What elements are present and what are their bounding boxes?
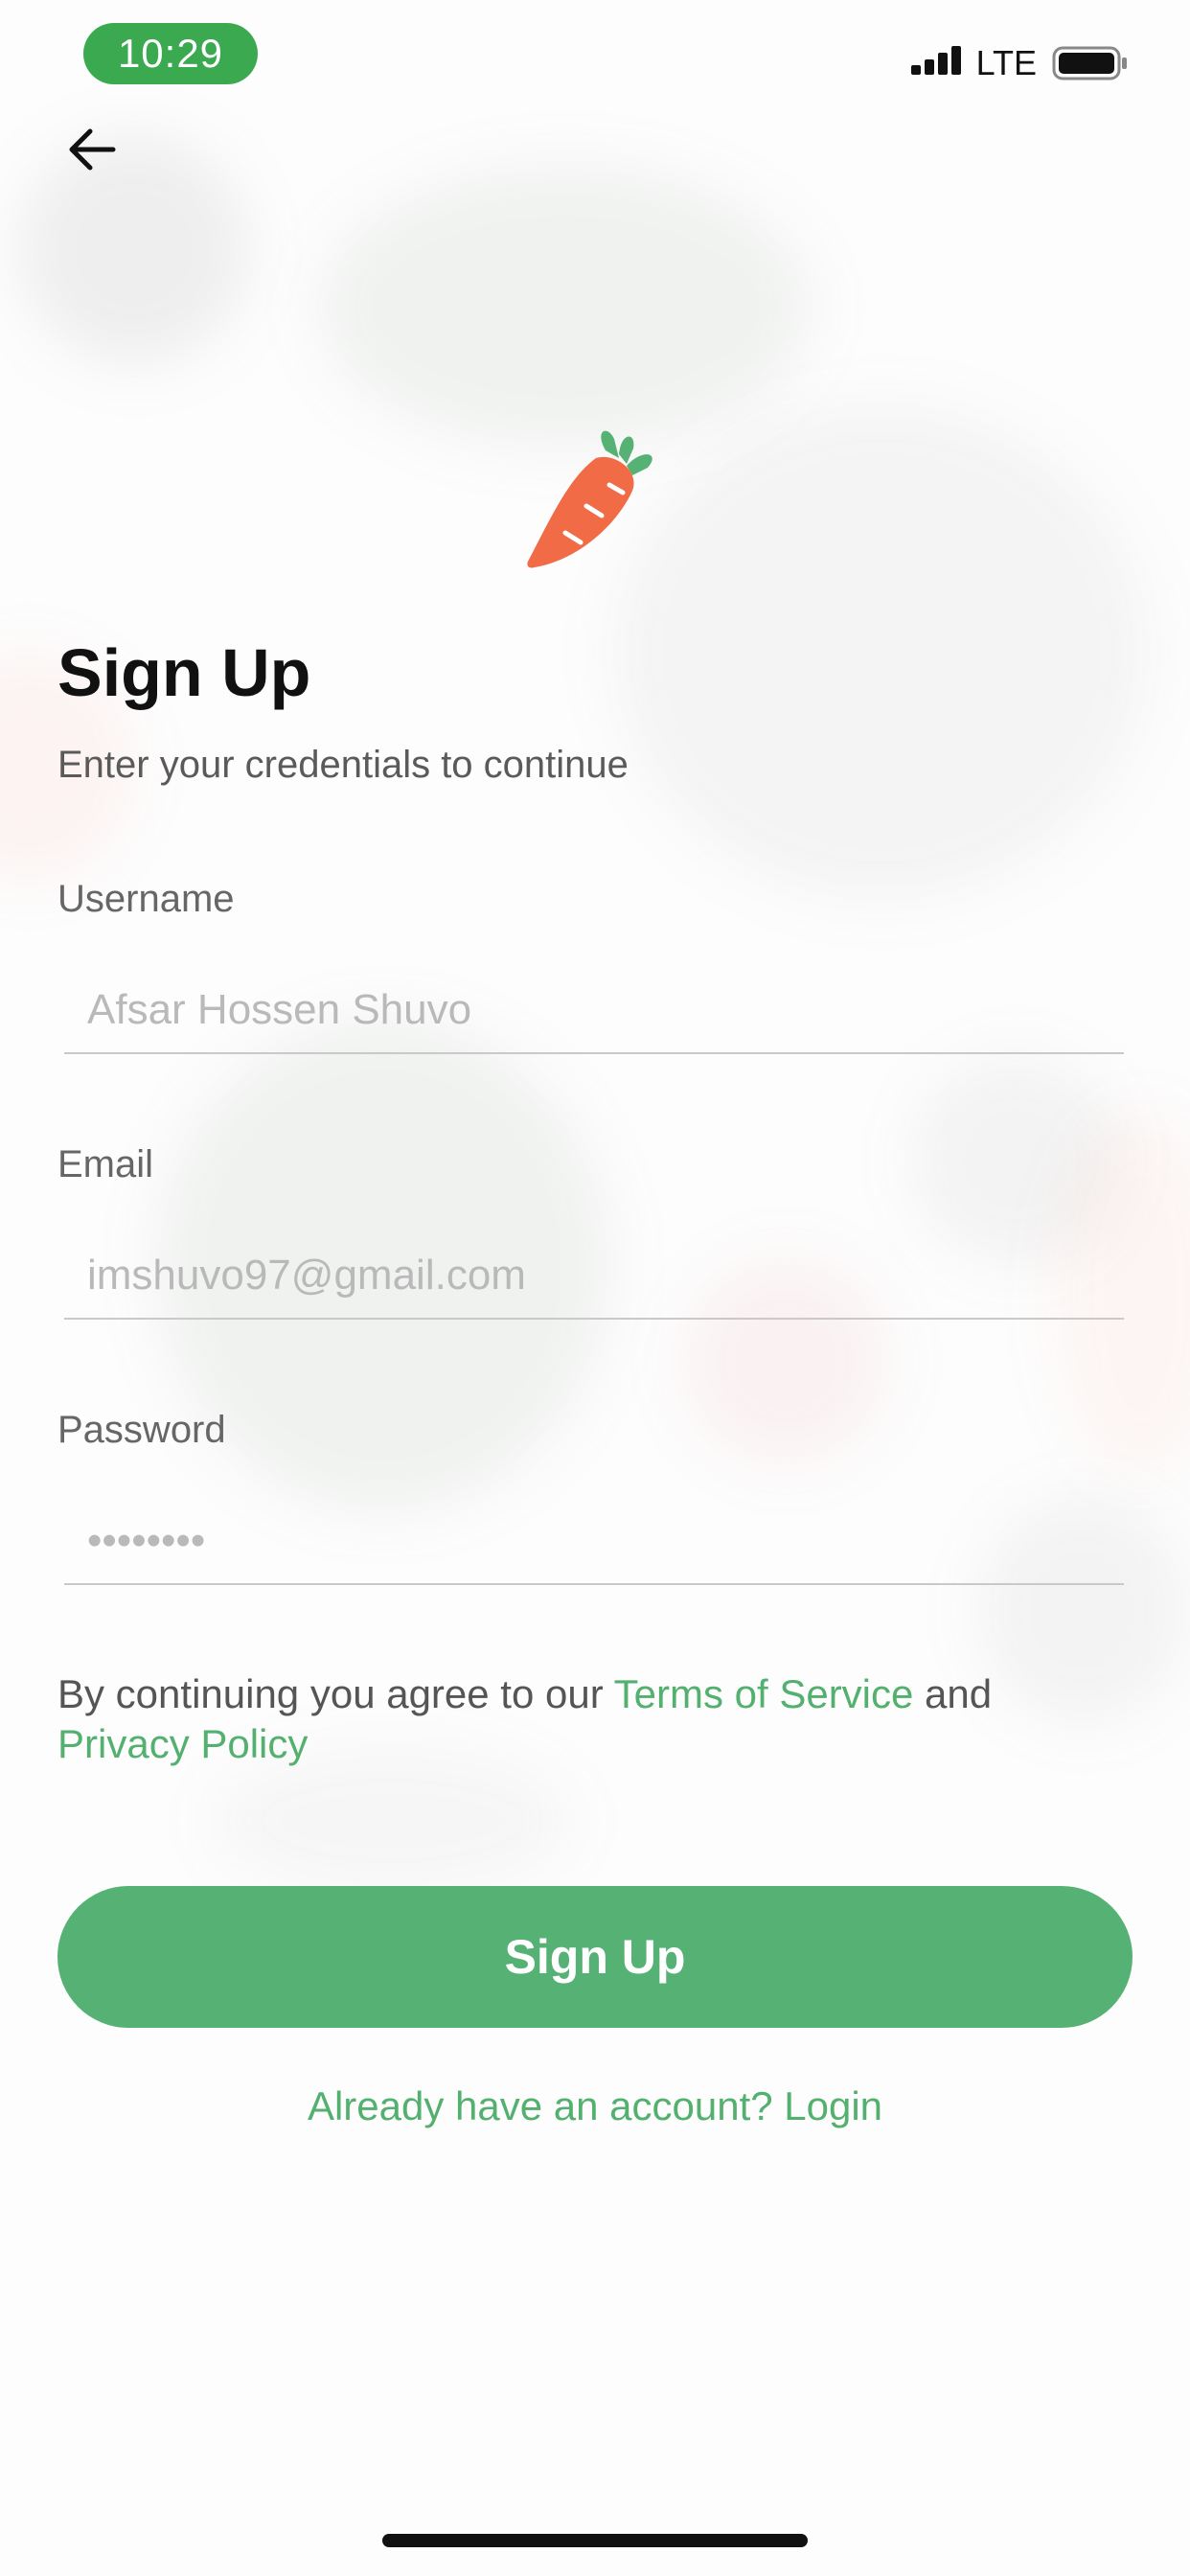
signal-icon: [910, 46, 961, 75]
terms-text: By continuing you agree to our Terms of …: [57, 1669, 1131, 1769]
terms-conjunction: and: [913, 1671, 993, 1716]
home-indicator[interactable]: [382, 2534, 808, 2547]
username-label: Username: [57, 878, 235, 920]
password-label: Password: [57, 1409, 226, 1451]
carrot-icon: [527, 430, 652, 568]
terms-of-service-link[interactable]: Terms of Service: [614, 1671, 914, 1716]
username-input[interactable]: [64, 968, 1124, 1054]
email-label: Email: [57, 1143, 154, 1185]
login-link[interactable]: Already have an account? Login: [0, 2083, 1190, 2129]
privacy-policy-link[interactable]: Privacy Policy: [57, 1721, 308, 1766]
email-input[interactable]: [64, 1233, 1124, 1320]
terms-prefix: By continuing you agree to our: [57, 1671, 614, 1716]
signup-screen: 10:29 LTE Sign Up Enter your credentials…: [0, 0, 1190, 2576]
password-input[interactable]: [64, 1499, 1124, 1585]
status-icons: LTE: [910, 42, 1129, 84]
status-time: 10:29: [83, 23, 258, 84]
back-button[interactable]: [57, 115, 126, 184]
page-subtitle: Enter your credentials to continue: [57, 744, 629, 786]
network-type: LTE: [975, 43, 1037, 82]
page-title: Sign Up: [57, 635, 311, 710]
signup-button[interactable]: Sign Up: [57, 1886, 1133, 2028]
battery-icon: [1052, 46, 1127, 80]
arrow-left-icon: [69, 128, 116, 171]
